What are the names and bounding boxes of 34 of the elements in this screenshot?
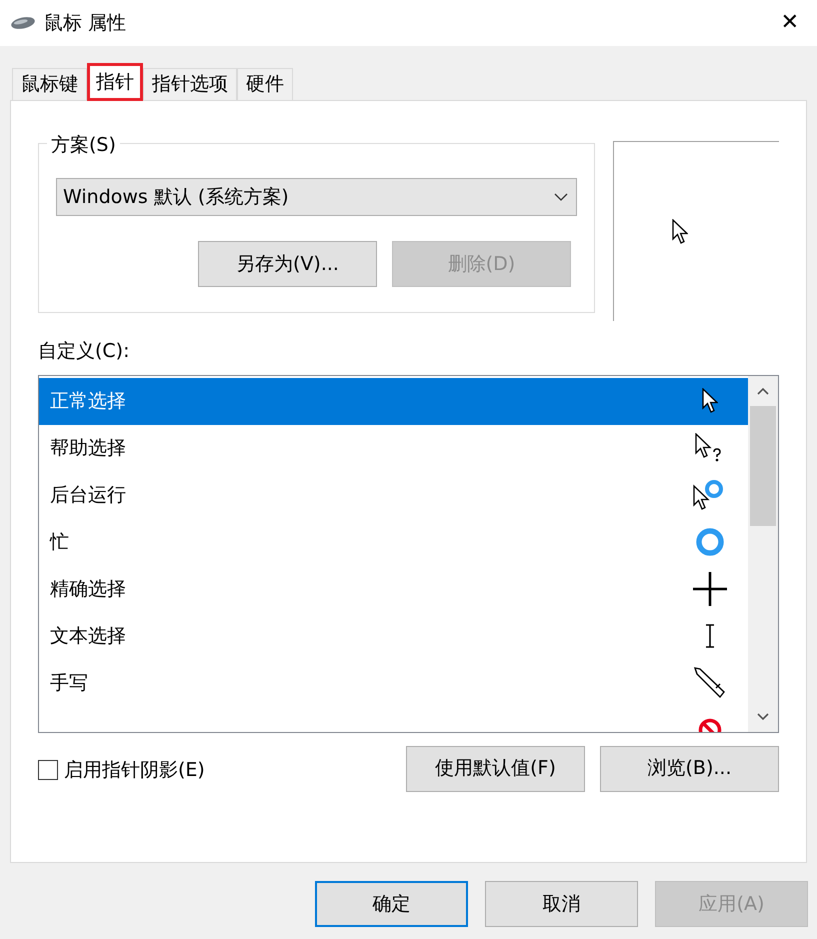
- scrollbar-thumb[interactable]: [750, 406, 776, 526]
- dialog-button[interactable]: 确定: [315, 881, 468, 927]
- chevron-down-icon: [554, 192, 568, 202]
- tab[interactable]: 硬件: [237, 68, 293, 100]
- busy-ring-icon: [695, 527, 725, 557]
- scroll-down-icon: [757, 712, 769, 720]
- cursor-list-item[interactable]: 忙: [39, 518, 748, 566]
- dialog-button[interactable]: 取消: [485, 881, 638, 927]
- list-button[interactable]: 使用默认值(F): [406, 746, 585, 792]
- customize-label: 自定义(C):: [38, 339, 130, 364]
- checkbox[interactable]: [38, 760, 58, 780]
- arrow-cursor-icon: [672, 218, 688, 244]
- text-cursor-icon: [704, 624, 716, 648]
- tab[interactable]: 指针: [87, 63, 143, 101]
- scheme-dropdown[interactable]: Windows 默认 (系统方案): [56, 178, 577, 216]
- cursor-list-item[interactable]: 精确选择: [39, 566, 748, 612]
- checkbox-label: 启用指针阴影(E): [64, 758, 205, 782]
- scroll-up-icon: [757, 386, 769, 394]
- scheme-button[interactable]: 另存为(V)...: [198, 241, 377, 287]
- cursor-list-item[interactable]: 手写: [39, 660, 748, 706]
- cursor-list-item[interactable]: 正常选择: [39, 378, 748, 424]
- tab[interactable]: 鼠标键: [12, 68, 87, 100]
- cursor-list-item[interactable]: 文本选择: [39, 612, 748, 660]
- tab[interactable]: 指针选项: [143, 68, 237, 100]
- arrow-cursor-icon: [702, 388, 718, 414]
- mouse-icon: [10, 16, 36, 30]
- scrollbar[interactable]: [748, 376, 778, 732]
- list-button[interactable]: 浏览(B)...: [600, 746, 779, 792]
- crosshair-icon: [692, 571, 728, 607]
- window-title: 鼠标 属性: [44, 10, 126, 36]
- pen-icon: [693, 666, 727, 700]
- cursor-list-item[interactable]: 后台运行: [39, 472, 748, 518]
- close-button[interactable]: ✕: [776, 12, 803, 34]
- cursor-list-item[interactable]: 帮助选择: [39, 424, 748, 472]
